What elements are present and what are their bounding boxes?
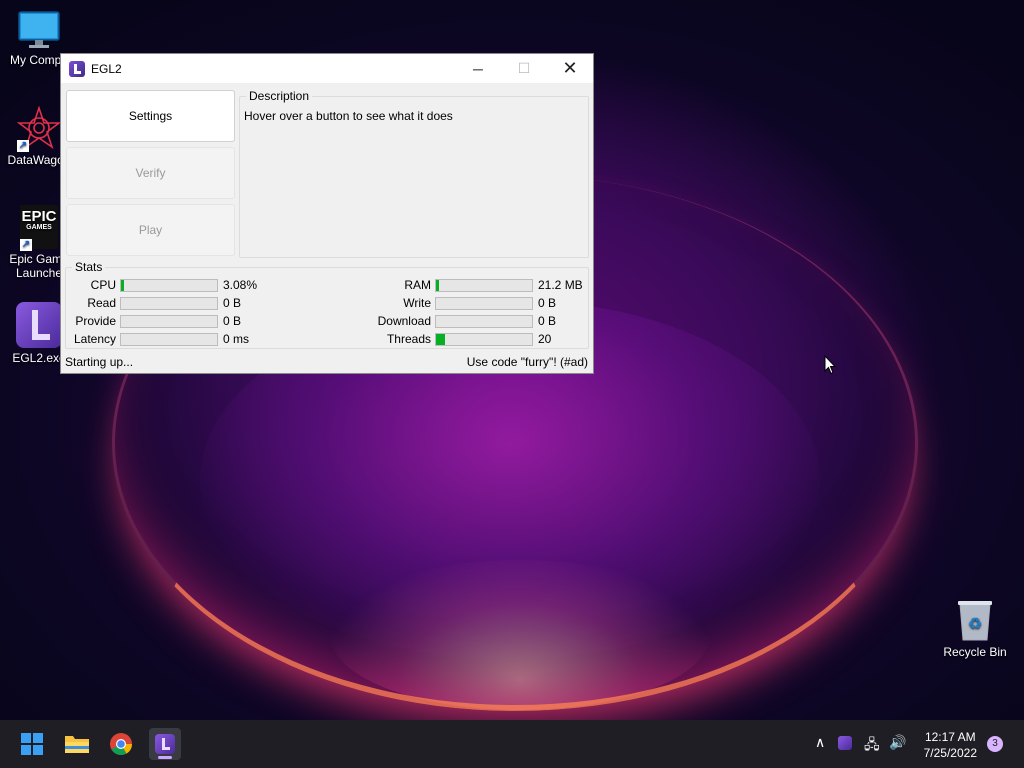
tray-overflow-chevron-icon[interactable]: ∧: [815, 734, 825, 751]
egl2-app-icon: [69, 60, 85, 77]
action-buttons: Settings Verify Play: [66, 90, 235, 261]
settings-button[interactable]: Settings: [66, 90, 235, 142]
stat-label: Threads: [386, 332, 431, 346]
stat-provide: Provide 0 B: [66, 313, 241, 329]
progress-fill: [121, 279, 124, 291]
egl2-taskbar-button[interactable]: [149, 728, 181, 760]
start-button[interactable]: [16, 728, 48, 760]
progress-fill: [436, 279, 439, 291]
description-text: Hover over a button to see what it does: [244, 109, 453, 123]
minimize-button[interactable]: ─: [455, 54, 501, 83]
clock-date: 7/25/2022: [923, 746, 977, 760]
desktop-icon-label: Recycle Bin: [943, 645, 1007, 659]
egl2-tray-icon[interactable]: [838, 736, 852, 750]
stat-value: 0 B: [538, 296, 557, 310]
status-text: Starting up...: [65, 355, 134, 369]
taskbar: ∧ 🖧 🔊 12:17 AM 7/25/2022 3: [0, 720, 1024, 768]
epic-logo-text: EPIC: [21, 208, 57, 225]
stat-cpu: CPU 3.08%: [66, 277, 257, 293]
close-button[interactable]: ✕: [547, 54, 593, 83]
maximize-button[interactable]: ☐: [501, 54, 547, 83]
cpu-progress-bar: [120, 278, 218, 292]
active-indicator: [158, 756, 172, 759]
stat-value: 0 B: [223, 296, 242, 310]
play-button[interactable]: Play: [66, 204, 235, 256]
desktop-icon-label: EGL2.exe: [12, 351, 66, 365]
clock-time: 12:17 AM: [924, 730, 976, 744]
stat-label: CPU: [90, 278, 116, 292]
windows-start-icon: [21, 733, 43, 755]
shortcut-arrow-icon: ↗: [20, 239, 32, 251]
volume-icon[interactable]: 🔊: [889, 734, 906, 751]
mouse-cursor-icon: [824, 354, 837, 378]
threads-progress-bar: [435, 332, 533, 346]
recycle-bin-icon: ♻: [956, 598, 994, 642]
epic-games-icon: EPIC GAMES ↗: [20, 205, 58, 251]
stat-label: Download: [377, 314, 431, 328]
ram-progress-bar: [435, 278, 533, 292]
stat-label: RAM: [404, 278, 431, 292]
egl2-icon: [16, 302, 62, 348]
latency-progress-bar: [120, 332, 218, 346]
file-explorer-button[interactable]: [61, 728, 93, 760]
stat-value: 21.2 MB: [538, 278, 583, 292]
stat-label: Write: [403, 296, 431, 310]
stat-value: 20: [538, 332, 552, 346]
ad-text: Use code "furry"! (#ad): [466, 355, 588, 369]
description-label: Description: [246, 89, 313, 103]
chrome-button[interactable]: [105, 728, 137, 760]
stat-label: Read: [87, 296, 116, 310]
description-group: Description Hover over a button to see w…: [239, 89, 589, 258]
svg-text:♻: ♻: [968, 614, 982, 633]
file-explorer-icon: [65, 736, 89, 753]
monitor-icon: [17, 10, 61, 50]
download-progress-bar: [435, 314, 533, 328]
shortcut-arrow-icon: ↗: [17, 140, 29, 152]
stat-value: 0 B: [538, 314, 557, 328]
stat-label: Provide: [75, 314, 116, 328]
stat-read: Read 0 B: [66, 295, 241, 311]
provide-progress-bar: [120, 314, 218, 328]
wallpaper-glow-bottom: [330, 560, 710, 710]
egl2-window: EGL2 ─ ☐ ✕ Settings Verify Play Descript…: [60, 53, 594, 374]
status-bar: Starting up... Use code "furry"! (#ad): [61, 351, 593, 373]
stats-group: Stats CPU 3.08% Read 0 B Provide 0 B Lat…: [65, 260, 589, 349]
chrome-icon: [110, 733, 132, 755]
stat-value: 0 ms: [223, 332, 250, 346]
stat-latency: Latency 0 ms: [66, 331, 249, 347]
desktop-icon-recycle-bin[interactable]: ♻ Recycle Bin: [938, 598, 1012, 659]
write-progress-bar: [435, 296, 533, 310]
epic-logo-subtext: GAMES: [26, 224, 52, 231]
stat-value: 0 B: [223, 314, 242, 328]
stat-download: Download 0 B: [367, 313, 556, 329]
title-bar[interactable]: EGL2 ─ ☐ ✕: [61, 54, 593, 83]
read-progress-bar: [120, 296, 218, 310]
clock[interactable]: 12:17 AM 7/25/2022: [924, 729, 977, 761]
datawagon-icon: ↗: [16, 105, 62, 152]
stat-write: Write 0 B: [367, 295, 556, 311]
notification-badge[interactable]: 3: [987, 736, 1003, 752]
stats-label: Stats: [72, 260, 106, 274]
stat-ram: RAM 21.2 MB: [367, 277, 583, 293]
verify-button[interactable]: Verify: [66, 147, 235, 199]
egl2-taskbar-icon: [155, 734, 175, 754]
stat-value: 3.08%: [223, 278, 258, 292]
stat-label: Latency: [73, 332, 116, 346]
network-icon[interactable]: 🖧: [864, 734, 880, 758]
window-title: EGL2: [91, 61, 122, 76]
progress-fill: [436, 333, 445, 345]
stat-threads: Threads 20: [367, 331, 551, 347]
